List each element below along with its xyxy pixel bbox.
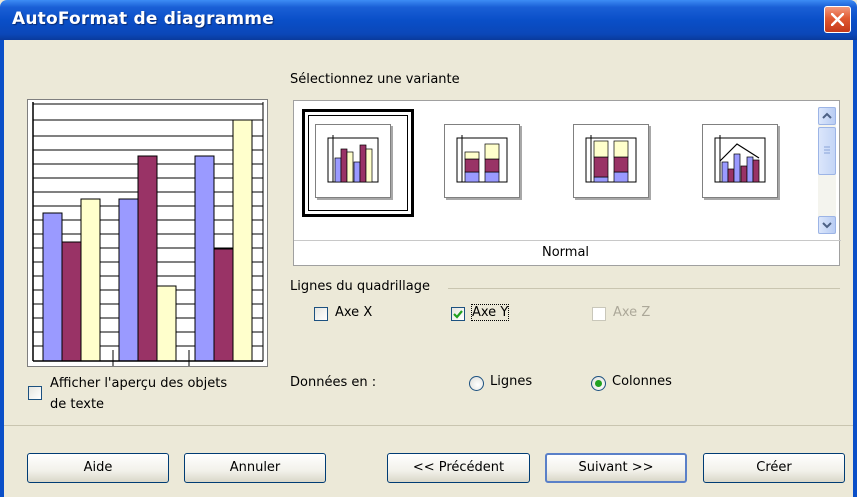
normal-bar-chart-icon [327,135,379,183]
gridlines-heading: Lignes du quadrillage [290,279,430,294]
window-title: AutoFormat de diagramme [12,9,274,29]
axis-y-checkbox[interactable] [451,307,465,321]
window-border-left [0,40,4,497]
create-button[interactable]: Créer [703,453,845,483]
next-button[interactable]: Suivant >> [545,453,687,483]
variant-scrollbar[interactable] [818,107,836,234]
grip-icon [824,146,830,154]
help-button[interactable]: Aide [27,453,169,483]
axis-y-label: Axe Y [470,304,510,321]
axis-z-checkbox[interactable] [592,307,606,321]
bar-and-line-chart-icon [714,135,766,183]
stacked-bar-chart-icon [456,135,508,183]
radio-rows[interactable] [469,376,484,391]
show-text-objects-label-line1: Afficher l'aperçu des objets [50,376,228,391]
variants-heading: Sélectionnez une variante [290,72,460,87]
variant-thumb-normal[interactable] [315,124,391,198]
cancel-button[interactable]: Annuler [184,453,326,483]
variant-caption-area: Normal [294,240,841,266]
show-text-objects-checkbox[interactable] [28,386,42,400]
scroll-down-button[interactable] [818,216,836,234]
axis-z-label: Axe Z [613,305,651,320]
chevron-up-icon [822,112,832,119]
title-bar: AutoFormat de diagramme [0,0,857,40]
close-button[interactable] [824,6,851,33]
selected-variant-name: Normal [542,245,590,260]
scroll-thumb[interactable] [818,127,836,175]
preview-chart [32,102,264,366]
previous-button[interactable]: << Précédent [387,453,530,483]
variant-list[interactable]: Normal [293,100,841,266]
footer-separator [4,425,853,426]
radio-selected-dot [595,380,602,387]
radio-rows-label: Lignes [490,374,533,389]
checkmark-icon [453,310,463,319]
close-icon [831,13,844,26]
scroll-up-button[interactable] [818,107,836,125]
show-text-objects-label-line2: de texte [50,397,105,412]
axis-x-checkbox[interactable] [314,307,328,321]
variant-thumb-stacked[interactable] [444,124,520,198]
radio-columns[interactable] [591,376,606,391]
radio-columns-label: Colonnes [612,374,672,389]
gridlines-separator [448,288,840,289]
chevron-down-icon [822,222,832,229]
axis-x-label: Axe X [335,305,373,320]
data-series-label: Données en : [290,375,377,390]
percent-stacked-bar-chart-icon [585,135,637,183]
chart-preview [27,99,268,367]
window-border-right [853,40,857,497]
autoformat-dialog: AutoFormat de diagramme Afficher l'aperç… [0,0,857,497]
variant-thumb-bar-and-line[interactable] [702,124,778,198]
variant-thumb-percent-stacked[interactable] [573,124,649,198]
